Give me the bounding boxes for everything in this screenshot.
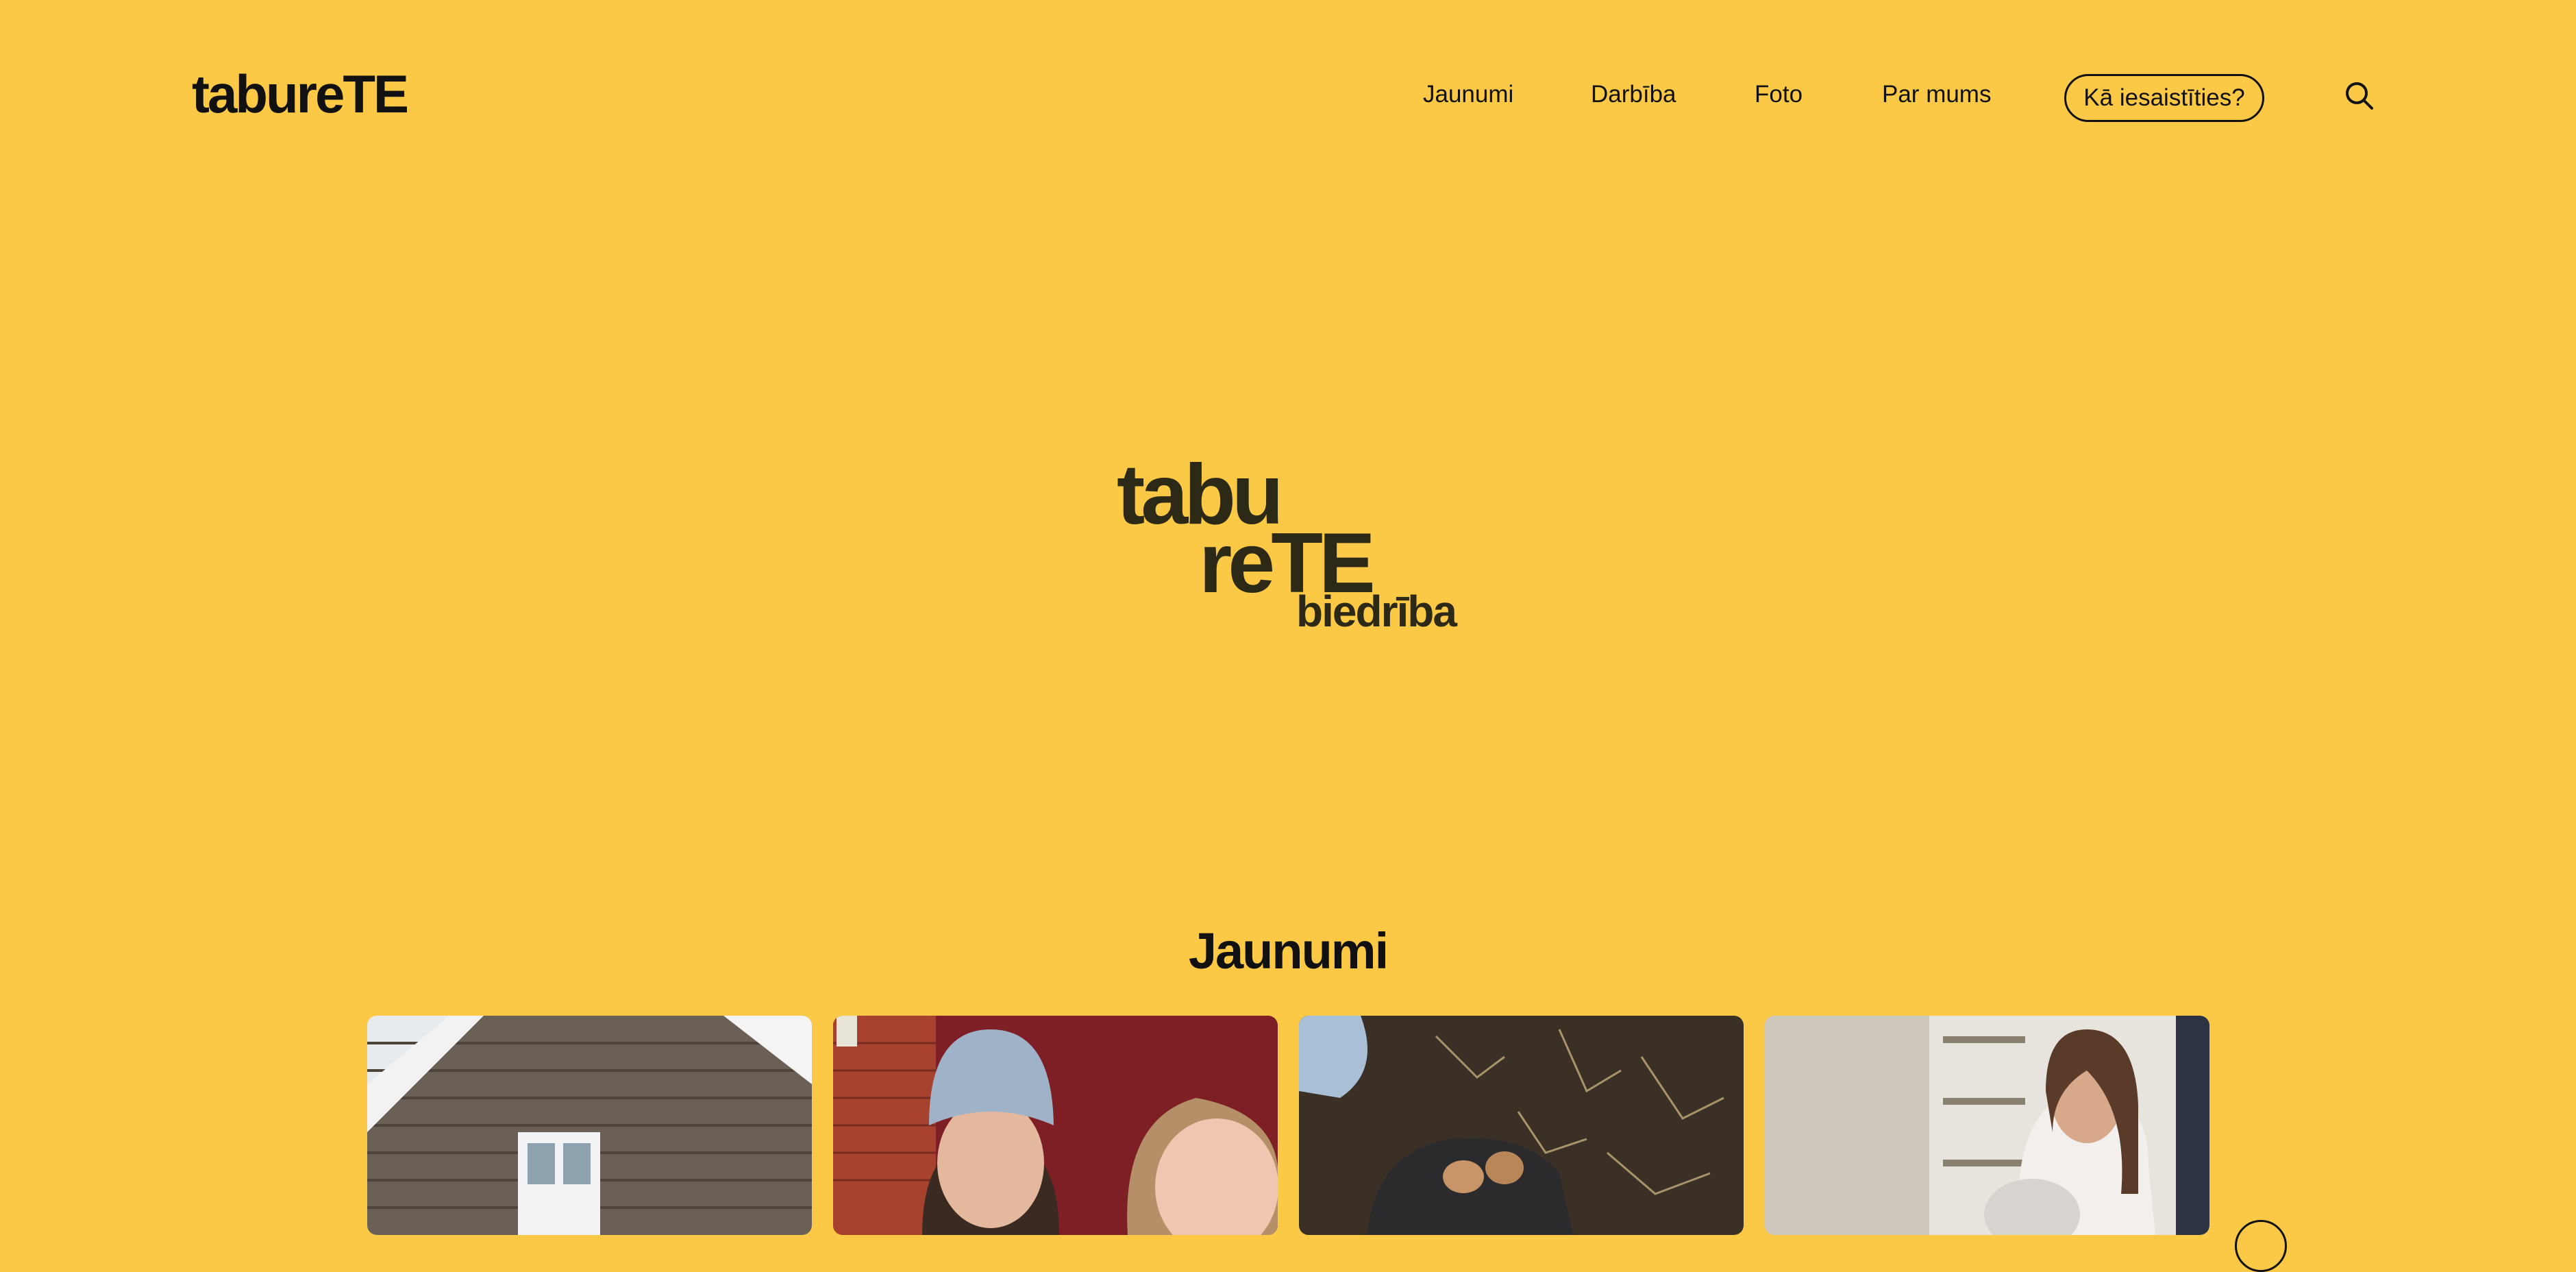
news-section-title: Jaunumi xyxy=(1188,922,1389,979)
hero-logo-line3: biedrība xyxy=(1296,587,1457,636)
nav-link-par-mums[interactable]: Par mums xyxy=(1882,81,1991,108)
brand-logo[interactable]: tabureTE xyxy=(192,63,409,125)
news-card[interactable] xyxy=(1299,1016,1744,1235)
get-involved-button[interactable]: Kā iesaistīties? xyxy=(2064,74,2264,122)
two-women-photo xyxy=(833,1016,1278,1235)
search-icon[interactable] xyxy=(2343,80,2376,112)
site-header: tabureTE Jaunumi Darbība Foto Par mums K… xyxy=(0,0,2576,199)
girl-with-grandmother-photo xyxy=(1765,1016,2209,1235)
carousel-next-button[interactable] xyxy=(2235,1220,2287,1272)
hero-logo: tabu reTE biedrība xyxy=(1117,452,1473,644)
wooden-house-photo xyxy=(367,1016,812,1235)
nav-link-jaunumi[interactable]: Jaunumi xyxy=(1423,81,1513,108)
news-card[interactable] xyxy=(367,1016,812,1235)
nav-link-darbiba[interactable]: Darbība xyxy=(1591,81,1676,108)
news-card[interactable] xyxy=(833,1016,1278,1235)
gloved-hand-potatoes-photo xyxy=(1299,1016,1744,1235)
nav-link-foto[interactable]: Foto xyxy=(1755,81,1803,108)
news-card[interactable] xyxy=(1765,1016,2209,1235)
